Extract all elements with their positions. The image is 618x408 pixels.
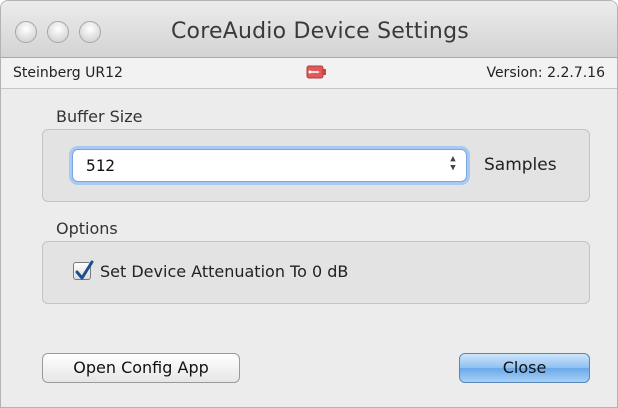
settings-window: CoreAudio Device Settings Steinberg UR12… [0, 0, 618, 408]
minimize-window-icon[interactable] [47, 21, 69, 43]
buffer-size-value: 512 [86, 156, 115, 175]
close-window-icon[interactable] [15, 21, 37, 43]
chevron-updown-icon: ▲ ▼ [450, 154, 456, 173]
version-label: Version: 2.2.7.16 [486, 65, 605, 81]
device-name: Steinberg UR12 [13, 65, 123, 81]
usb-icon [306, 65, 326, 79]
samples-unit-label: Samples [484, 155, 557, 175]
window-title: CoreAudio Device Settings [171, 19, 469, 44]
title-bar[interactable]: CoreAudio Device Settings [1, 1, 617, 58]
device-info-bar: Steinberg UR12 Version: 2.2.7.16 [1, 58, 617, 89]
open-config-app-button[interactable]: Open Config App [42, 353, 240, 383]
checkmark-icon [75, 260, 94, 280]
buffer-size-label: Buffer Size [56, 107, 143, 126]
zoom-window-icon[interactable] [79, 21, 101, 43]
attenuation-checkbox[interactable] [73, 260, 94, 280]
close-button[interactable]: Close [459, 353, 590, 383]
attenuation-label[interactable]: Set Device Attenuation To 0 dB [100, 262, 348, 281]
buffer-size-select[interactable]: 512 ▲ ▼ [72, 149, 467, 182]
options-label: Options [56, 219, 118, 238]
